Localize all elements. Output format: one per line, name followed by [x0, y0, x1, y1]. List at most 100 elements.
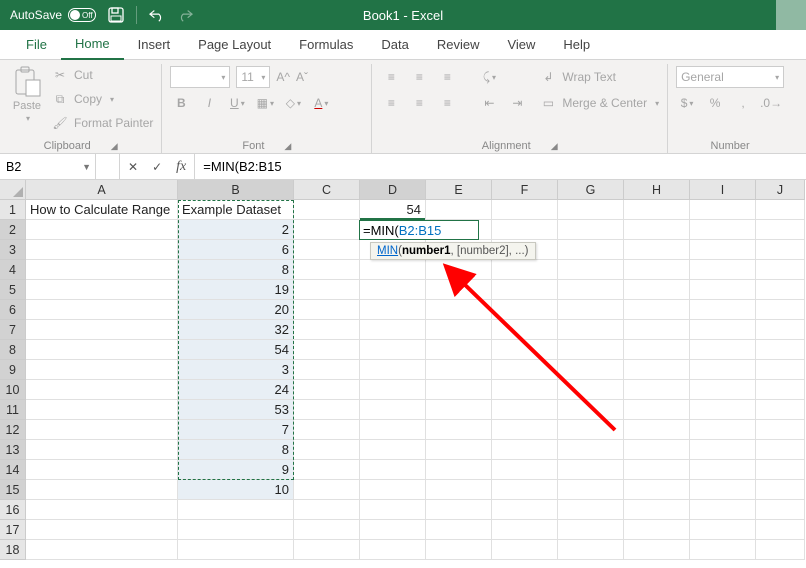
paste-button[interactable]: Paste▾: [8, 64, 46, 125]
cell-D8[interactable]: [360, 340, 426, 360]
cell-D11[interactable]: [360, 400, 426, 420]
cell-J11[interactable]: [756, 400, 805, 420]
cell-H7[interactable]: [624, 320, 690, 340]
cell-C16[interactable]: [294, 500, 360, 520]
tab-insert[interactable]: Insert: [124, 30, 185, 60]
cell-B5[interactable]: 19: [178, 280, 294, 300]
cell-G3[interactable]: [558, 240, 624, 260]
cell-B11[interactable]: 53: [178, 400, 294, 420]
cell-I14[interactable]: [690, 460, 756, 480]
cell-A6[interactable]: [26, 300, 178, 320]
cell-H10[interactable]: [624, 380, 690, 400]
cell-E8[interactable]: [426, 340, 492, 360]
cell-A2[interactable]: [26, 220, 178, 240]
cell-C13[interactable]: [294, 440, 360, 460]
cell-I4[interactable]: [690, 260, 756, 280]
cell-G15[interactable]: [558, 480, 624, 500]
row-header[interactable]: 3: [0, 240, 26, 260]
cell-G8[interactable]: [558, 340, 624, 360]
cell-J14[interactable]: [756, 460, 805, 480]
alignment-launcher-icon[interactable]: ◢: [551, 141, 558, 152]
cell-G7[interactable]: [558, 320, 624, 340]
cell-C12[interactable]: [294, 420, 360, 440]
cell-A15[interactable]: [26, 480, 178, 500]
cell-D9[interactable]: [360, 360, 426, 380]
cell-I18[interactable]: [690, 540, 756, 560]
cell-B18[interactable]: [178, 540, 294, 560]
formula-input[interactable]: =MIN(B2:B15: [195, 154, 806, 179]
cut-button[interactable]: ✂Cut: [52, 64, 153, 86]
col-header-G[interactable]: G: [558, 180, 624, 200]
decrease-indent-icon[interactable]: ⇤: [478, 96, 500, 110]
cell-E10[interactable]: [426, 380, 492, 400]
cell-I3[interactable]: [690, 240, 756, 260]
copy-button[interactable]: ⧉Copy▾: [52, 88, 153, 110]
cell-E5[interactable]: [426, 280, 492, 300]
autosave-toggle[interactable]: AutoSave Off: [10, 8, 96, 22]
cell-F13[interactable]: [492, 440, 558, 460]
cell-D1[interactable]: 54: [360, 200, 426, 220]
align-right-icon[interactable]: ≡: [436, 96, 458, 110]
cell-E9[interactable]: [426, 360, 492, 380]
cell-C10[interactable]: [294, 380, 360, 400]
row-header[interactable]: 8: [0, 340, 26, 360]
increase-font-icon[interactable]: A^: [276, 70, 290, 84]
cell-H6[interactable]: [624, 300, 690, 320]
cell-B7[interactable]: 32: [178, 320, 294, 340]
number-format-select[interactable]: General▾: [676, 66, 784, 88]
cell-A5[interactable]: [26, 280, 178, 300]
cell-D14[interactable]: [360, 460, 426, 480]
cell-F4[interactable]: [492, 260, 558, 280]
border-button[interactable]: ▦▾: [254, 96, 276, 110]
cell-I17[interactable]: [690, 520, 756, 540]
cell-G4[interactable]: [558, 260, 624, 280]
row-header[interactable]: 9: [0, 360, 26, 380]
fill-color-button[interactable]: ◇▾: [282, 96, 304, 110]
currency-icon[interactable]: $▾: [676, 96, 698, 110]
cell-G12[interactable]: [558, 420, 624, 440]
cell-D17[interactable]: [360, 520, 426, 540]
cell-J8[interactable]: [756, 340, 805, 360]
row-header[interactable]: 6: [0, 300, 26, 320]
row-header[interactable]: 18: [0, 540, 26, 560]
cell-H11[interactable]: [624, 400, 690, 420]
cell-A14[interactable]: [26, 460, 178, 480]
cell-B1[interactable]: Example Dataset: [178, 200, 294, 220]
cell-J1[interactable]: [756, 200, 805, 220]
tab-view[interactable]: View: [493, 30, 549, 60]
cell-D18[interactable]: [360, 540, 426, 560]
cell-C6[interactable]: [294, 300, 360, 320]
cell-F10[interactable]: [492, 380, 558, 400]
cell-B8[interactable]: 54: [178, 340, 294, 360]
cell-B2[interactable]: 2: [178, 220, 294, 240]
col-header-F[interactable]: F: [492, 180, 558, 200]
row-header[interactable]: 7: [0, 320, 26, 340]
cell-C14[interactable]: [294, 460, 360, 480]
cell-A4[interactable]: [26, 260, 178, 280]
cell-C5[interactable]: [294, 280, 360, 300]
cell-A1[interactable]: How to Calculate Range: [26, 200, 178, 220]
cell-E12[interactable]: [426, 420, 492, 440]
cell-H1[interactable]: [624, 200, 690, 220]
cell-I16[interactable]: [690, 500, 756, 520]
cell-B4[interactable]: 8: [178, 260, 294, 280]
cell-C11[interactable]: [294, 400, 360, 420]
col-header-I[interactable]: I: [690, 180, 756, 200]
cell-C18[interactable]: [294, 540, 360, 560]
tab-formulas[interactable]: Formulas: [285, 30, 367, 60]
cell-J2[interactable]: [756, 220, 805, 240]
undo-icon[interactable]: [149, 6, 165, 24]
cell-E4[interactable]: [426, 260, 492, 280]
cell-I6[interactable]: [690, 300, 756, 320]
row-header[interactable]: 1: [0, 200, 26, 220]
cell-F8[interactable]: [492, 340, 558, 360]
cell-E14[interactable]: [426, 460, 492, 480]
cell-J5[interactable]: [756, 280, 805, 300]
cell-E2[interactable]: [426, 220, 492, 240]
cell-D4[interactable]: [360, 260, 426, 280]
cell-G1[interactable]: [558, 200, 624, 220]
cell-I5[interactable]: [690, 280, 756, 300]
font-launcher-icon[interactable]: ◢: [284, 141, 291, 152]
row-header[interactable]: 4: [0, 260, 26, 280]
row-header[interactable]: 16: [0, 500, 26, 520]
